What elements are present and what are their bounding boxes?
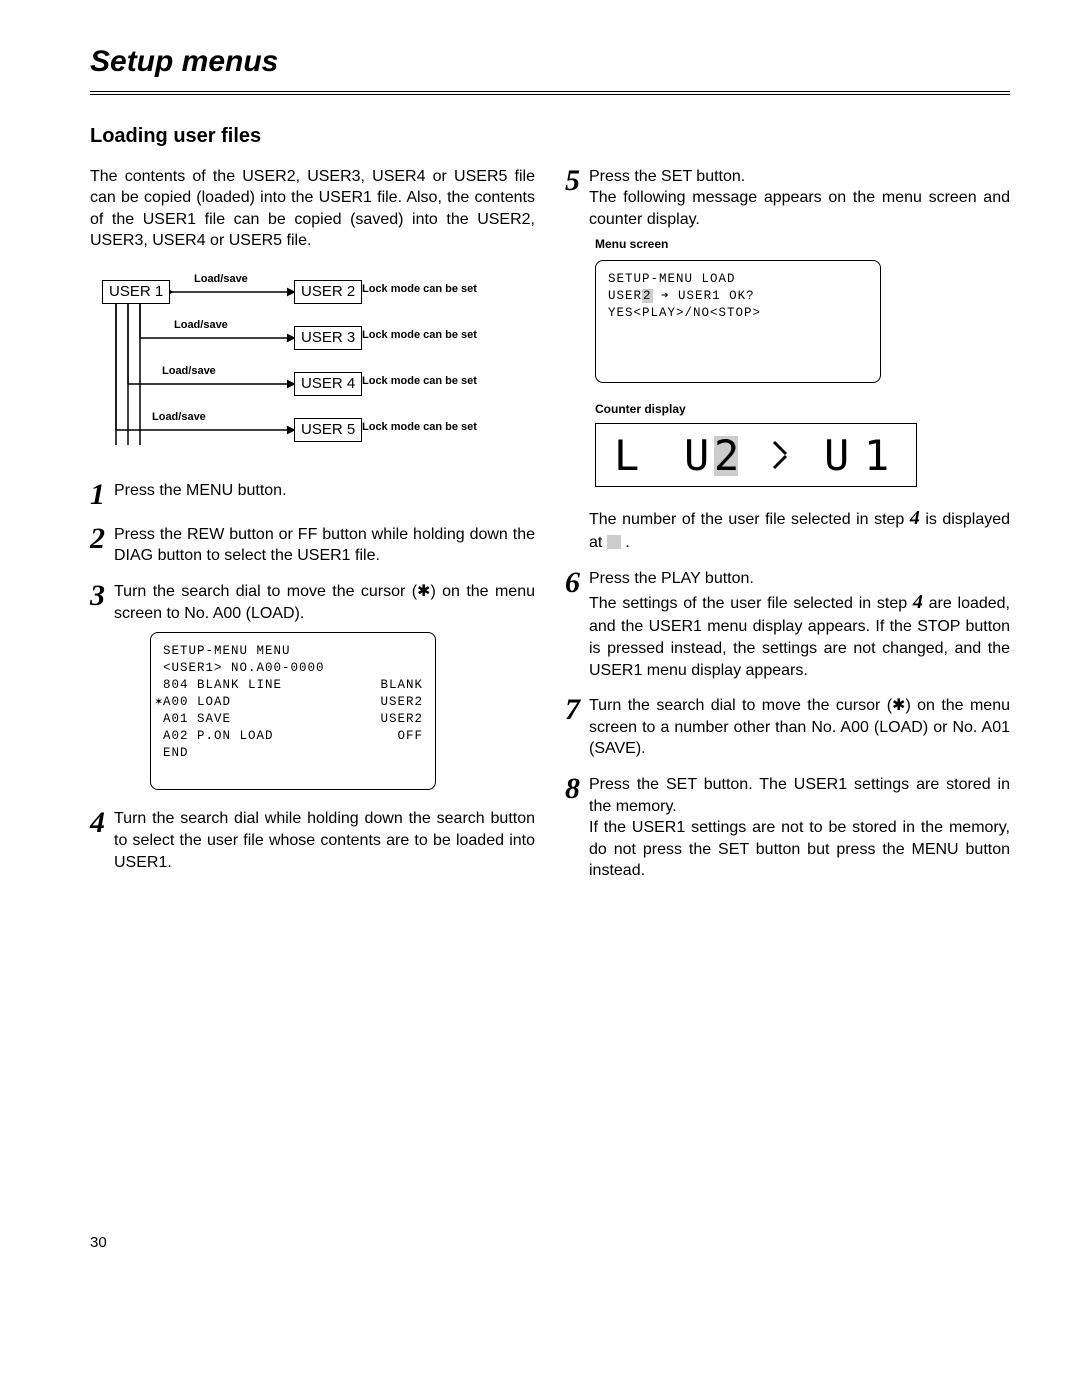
- step-number: 8: [565, 774, 589, 882]
- user3-box: USER 3: [294, 326, 362, 350]
- setup-menu-box-2: SETUP-MENU LOAD USER2 ➔ USER1 OK? YES<PL…: [595, 260, 881, 383]
- seg-2: 2: [714, 431, 739, 480]
- lock-label: Lock mode can be set: [362, 328, 492, 343]
- menu-line: A02 P.ON LOADOFF: [163, 728, 423, 745]
- step-5-note: The number of the user file selected in …: [589, 505, 1010, 554]
- step-text: Turn the search dial while holding down …: [114, 808, 535, 873]
- seg-l: L: [614, 431, 639, 480]
- step-number: 2: [90, 524, 114, 567]
- menu-line: USER2 ➔ USER1 OK?: [608, 288, 868, 305]
- page-number: 30: [90, 1233, 535, 1253]
- step-number: 1: [90, 480, 114, 510]
- step-number: 6: [565, 568, 589, 681]
- seg-u1: U: [824, 431, 849, 480]
- seg-u: U: [684, 431, 709, 480]
- user4-box: USER 4: [294, 372, 362, 396]
- user-file-diagram: USER 1 USER 2 USER 3 USER 4 USER 5 Load/…: [94, 270, 514, 460]
- menu-line: ✶A00 LOADUSER2: [163, 694, 423, 711]
- menu-line: 804 BLANK LINEBLANK: [163, 677, 423, 694]
- lock-label: Lock mode can be set: [362, 282, 492, 297]
- menu-line: <USER1> NO.A00-0000: [163, 660, 423, 677]
- setup-menu-box-1: SETUP-MENU MENU <USER1> NO.A00-0000 804 …: [150, 632, 436, 790]
- step-4: 4 Turn the search dial while holding dow…: [90, 808, 535, 873]
- step-7: 7 Turn the search dial to move the curso…: [565, 695, 1010, 760]
- counter-display-caption: Counter display: [595, 401, 1010, 417]
- grey-square-icon: [607, 535, 621, 549]
- step-3: 3 Turn the search dial to move the curso…: [90, 581, 535, 624]
- menu-line: SETUP-MENU LOAD: [608, 271, 868, 288]
- lock-label: Lock mode can be set: [362, 374, 492, 389]
- step-2: 2 Press the REW button or FF button whil…: [90, 524, 535, 567]
- menu-line: A01 SAVEUSER2: [163, 711, 423, 728]
- counter-display: L U 2 U 1: [595, 423, 917, 487]
- user1-box: USER 1: [102, 280, 170, 304]
- section-heading: Loading user files: [90, 123, 1010, 150]
- step-5: 5 Press the SET button. The following me…: [565, 166, 1010, 231]
- intro-text: The contents of the USER2, USER3, USER4 …: [90, 166, 535, 252]
- menu-line: YES<PLAY>/NO<STOP>: [608, 305, 868, 322]
- step-number: 7: [565, 695, 589, 760]
- menu-line: END: [163, 745, 423, 762]
- step-text: Press the MENU button.: [114, 480, 535, 510]
- step-text: Press the SET button. The following mess…: [589, 166, 1010, 231]
- step-text: Press the PLAY button. The settings of t…: [589, 568, 1010, 681]
- step-text: Turn the search dial to move the cursor …: [114, 581, 535, 624]
- page-title: Setup menus: [90, 42, 1010, 83]
- loadsave-label: Load/save: [152, 410, 206, 425]
- loadsave-label: Load/save: [162, 364, 216, 379]
- step-number: 5: [565, 166, 589, 231]
- left-column: The contents of the USER2, USER3, USER4 …: [90, 166, 535, 1254]
- step-1: 1 Press the MENU button.: [90, 480, 535, 510]
- user2-box: USER 2: [294, 280, 362, 304]
- menu-line: SETUP-MENU MENU: [163, 643, 423, 660]
- user5-box: USER 5: [294, 418, 362, 442]
- step-6: 6 Press the PLAY button. The settings of…: [565, 568, 1010, 681]
- menu-screen-caption: Menu screen: [595, 236, 1010, 252]
- step-text: Turn the search dial to move the cursor …: [589, 695, 1010, 760]
- step-number: 3: [90, 581, 114, 624]
- loadsave-label: Load/save: [194, 272, 248, 287]
- seg-u1b: 1: [864, 431, 889, 480]
- step-text: Press the SET button. The USER1 settings…: [589, 774, 1010, 882]
- step-text: Press the REW button or FF button while …: [114, 524, 535, 567]
- step-number: 4: [90, 808, 114, 873]
- right-column: 5 Press the SET button. The following me…: [565, 166, 1010, 1254]
- loadsave-label: Load/save: [174, 318, 228, 333]
- title-rule: [90, 91, 1010, 95]
- lock-label: Lock mode can be set: [362, 420, 492, 435]
- step-8: 8 Press the SET button. The USER1 settin…: [565, 774, 1010, 882]
